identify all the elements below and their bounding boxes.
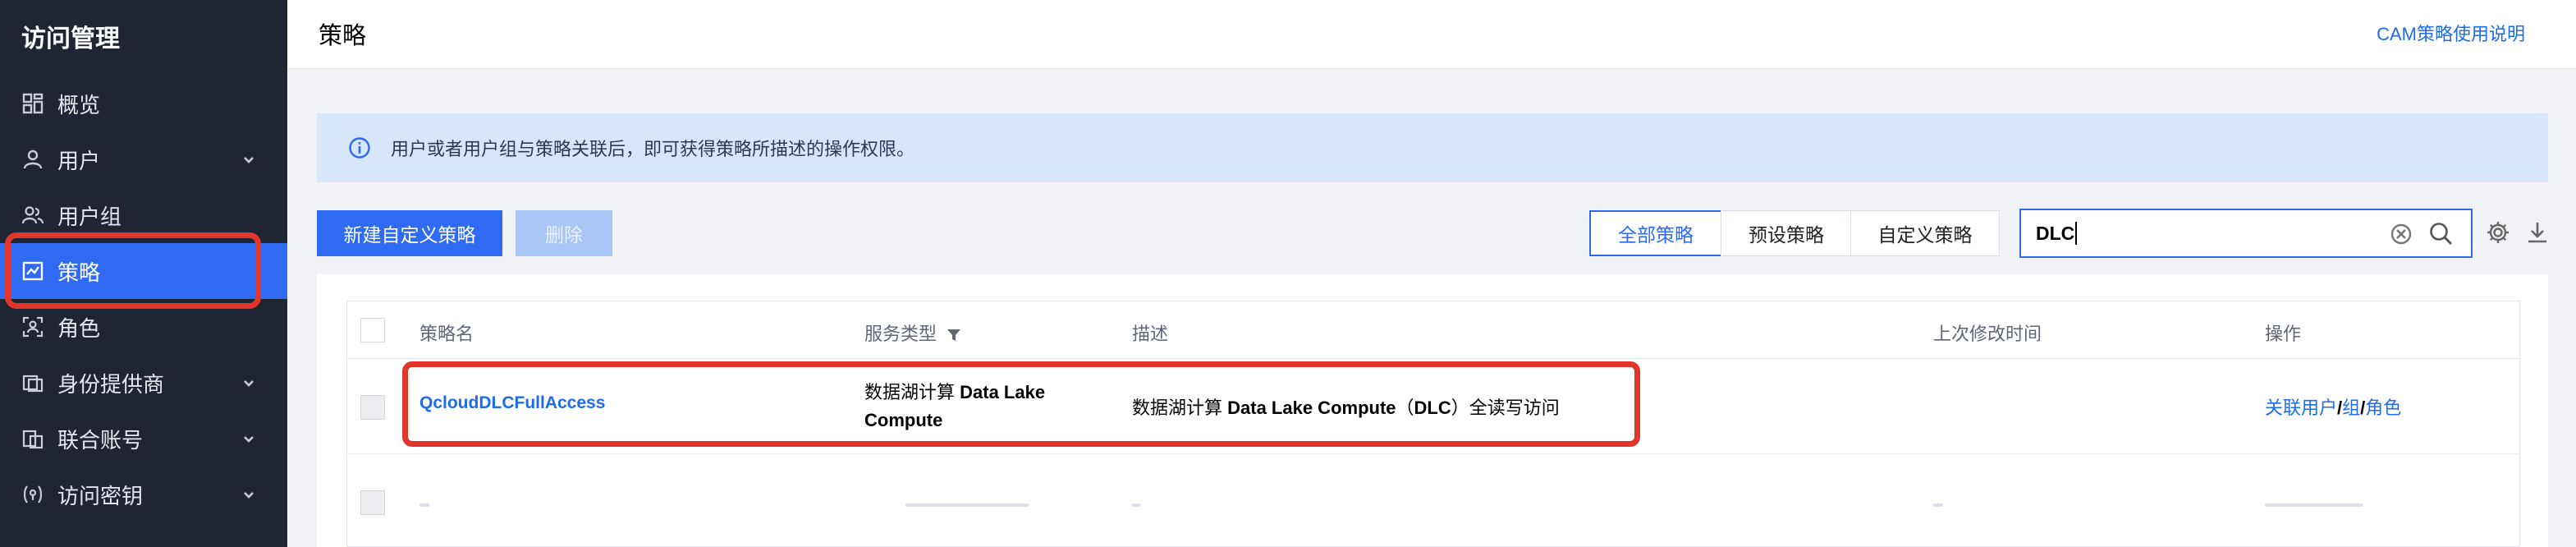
chevron-down-icon[interactable] <box>240 373 258 391</box>
cut-off-content <box>1933 503 1943 507</box>
cut-off-content <box>905 503 1029 507</box>
info-banner: 用户或者用户组与策略关联后，即可获得策略所描述的操作权限。 <box>317 113 2548 182</box>
chevron-down-icon[interactable] <box>240 429 258 447</box>
highlight-annotation <box>402 361 1640 447</box>
cut-off-content <box>419 503 429 507</box>
sidebar-item-access-keys[interactable]: 访问密钥 <box>0 467 287 522</box>
sidebar-item-label: 用户组 <box>57 204 122 229</box>
sidebar-item-label: 访问密钥 <box>57 483 144 508</box>
sidebar-item-label: 角色 <box>57 315 101 341</box>
search-input[interactable]: DLC <box>2019 209 2473 258</box>
column-header-name: 策略名 <box>419 324 474 344</box>
column-header-service-type[interactable]: 服务类型 <box>864 319 961 346</box>
role-icon <box>21 315 44 338</box>
app-title: 访问管理 <box>21 25 120 53</box>
federated-account-icon <box>21 427 44 450</box>
sidebar-item-label: 概览 <box>57 92 101 117</box>
gear-icon[interactable] <box>2486 220 2510 245</box>
sidebar: 访问管理 概览 用户 用户组 策略 角色 身份提供商 联合账号 访问密钥 <box>0 0 287 547</box>
page-title: 策略 <box>319 23 367 49</box>
column-header-label: 服务类型 <box>864 324 937 344</box>
text-cursor <box>2075 222 2078 245</box>
filter-icon[interactable] <box>947 328 961 342</box>
access-key-icon <box>21 483 44 506</box>
associate-roles-link[interactable]: 角色 <box>2365 398 2401 418</box>
sidebar-item-overview[interactable]: 概览 <box>0 76 287 131</box>
search-value: DLC <box>2036 222 2075 244</box>
identity-provider-icon <box>21 371 44 394</box>
column-header-description: 描述 <box>1132 324 1169 344</box>
sidebar-item-federated-accounts[interactable]: 联合账号 <box>0 411 287 467</box>
info-icon <box>348 136 371 159</box>
sidebar-item-label: 身份提供商 <box>57 371 165 397</box>
select-all-checkbox[interactable] <box>360 318 385 342</box>
search-icon[interactable] <box>2428 221 2455 247</box>
column-header-actions: 操作 <box>2265 324 2302 344</box>
tab-all-policies[interactable]: 全部策略 <box>1589 210 1722 256</box>
row-checkbox[interactable] <box>360 490 385 515</box>
download-icon[interactable] <box>2525 220 2550 245</box>
dashboard-icon <box>21 92 44 115</box>
cut-off-content <box>1132 503 1140 507</box>
sidebar-item-label: 联合账号 <box>57 427 144 453</box>
actions-cell: 关联用户/组/角色 <box>2265 393 2401 420</box>
cam-policy-help-link[interactable]: CAM策略使用说明 <box>2377 20 2525 46</box>
sidebar-item-users[interactable]: 用户 <box>0 131 287 187</box>
sidebar-item-label: 用户 <box>57 148 101 173</box>
sidebar-item-identity-providers[interactable]: 身份提供商 <box>0 355 287 411</box>
user-icon <box>21 148 44 171</box>
associate-groups-link[interactable]: 组 <box>2342 398 2360 418</box>
user-group-icon <box>21 204 44 227</box>
cut-off-content <box>2265 503 2363 507</box>
chevron-down-icon[interactable] <box>240 485 258 503</box>
delete-button[interactable]: 删除 <box>516 210 612 256</box>
page-header: 策略 CAM策略使用说明 <box>287 0 2576 69</box>
column-header-modified: 上次修改时间 <box>1933 324 2042 344</box>
row-checkbox[interactable] <box>360 395 385 420</box>
create-custom-policy-button[interactable]: 新建自定义策略 <box>317 210 502 256</box>
tab-preset-policies[interactable]: 预设策略 <box>1721 210 1852 256</box>
info-text: 用户或者用户组与策略关联后，即可获得策略所描述的操作权限。 <box>391 139 915 159</box>
associate-users-link[interactable]: 关联用户 <box>2265 398 2337 418</box>
table-header: 策略名 服务类型 描述 上次修改时间 操作 <box>347 301 2519 359</box>
highlight-annotation <box>5 232 261 309</box>
chevron-down-icon[interactable] <box>240 149 258 168</box>
clear-icon[interactable] <box>2389 222 2413 246</box>
tab-custom-policies[interactable]: 自定义策略 <box>1850 210 2000 256</box>
table-row[interactable] <box>347 454 2519 547</box>
